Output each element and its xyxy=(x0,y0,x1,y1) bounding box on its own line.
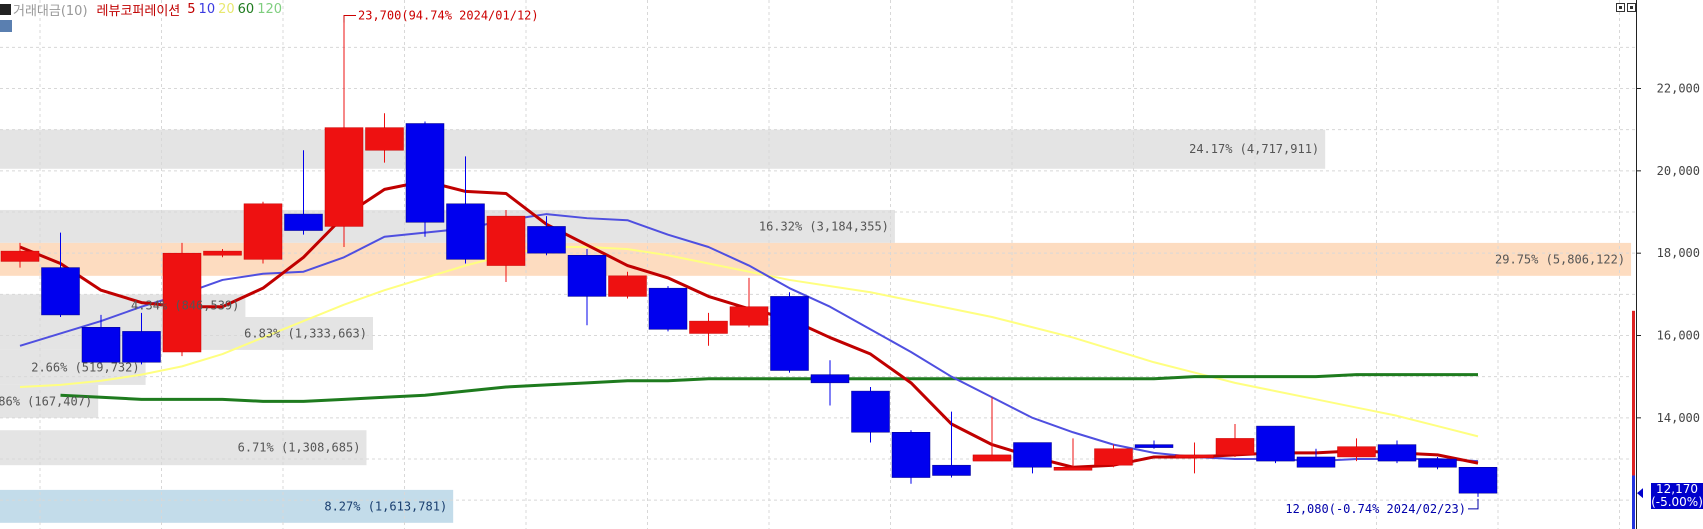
volume-profile-label: 2.66% (519,732) xyxy=(31,360,139,374)
candle-body xyxy=(608,275,647,297)
candle-body xyxy=(810,374,850,384)
price-tick-label: 22,000 xyxy=(1657,82,1700,96)
price-tick-label: 14,000 xyxy=(1657,411,1700,425)
candle-body xyxy=(203,250,242,256)
candle-body xyxy=(1094,448,1133,466)
candle-body xyxy=(567,254,607,297)
range-bar-up xyxy=(1632,310,1635,476)
legend-indicator: 거래대금(10) xyxy=(13,3,88,19)
candlestick-chart[interactable]: 24.17% (4,717,911) 16.32% (3,184,355) 29.7… xyxy=(0,0,1703,529)
low-annotation: 12,080(-0.74% 2024/02/23) xyxy=(1285,502,1466,516)
chart-legend: 거래대금(10) 레뷰코퍼레이션 5 10 20 60 120 xyxy=(0,0,285,19)
candle-body xyxy=(689,320,728,334)
candle-body xyxy=(729,306,769,326)
candle-body xyxy=(324,127,364,227)
candle-body xyxy=(122,331,161,363)
legend-ma60: 60 xyxy=(237,1,255,17)
candle-body xyxy=(41,267,80,316)
candle-body xyxy=(932,464,971,476)
current-price-label: 12,170 (-5.00%) xyxy=(1651,483,1703,509)
legend-ma10: 10 xyxy=(198,1,216,17)
candle-body xyxy=(1458,466,1498,494)
candle-body xyxy=(891,432,931,478)
candle-body xyxy=(1377,444,1417,462)
candle-body xyxy=(486,215,526,266)
volume-profile-label: 29.75% (5,806,122) xyxy=(1495,252,1625,266)
candle-body xyxy=(1296,456,1336,468)
candle-body xyxy=(972,454,1012,462)
price-tick-label: 16,000 xyxy=(1657,329,1700,343)
candle-body xyxy=(1418,458,1457,468)
volume-profile-label: 8.27% (1,613,781) xyxy=(324,499,447,513)
volume-profile-label: 6.71% (1,308,685) xyxy=(238,441,361,455)
candle-body xyxy=(446,203,485,260)
volume-profile-label: 4.34% (846,539) xyxy=(131,299,239,313)
volume-profile-bar xyxy=(0,129,1326,169)
volume-profile-label: 0.86% (167,407) xyxy=(0,394,92,408)
candle-body xyxy=(1053,466,1093,471)
current-change: (-5.00%) xyxy=(1651,495,1703,509)
candle-body xyxy=(851,390,890,433)
candle-body xyxy=(1215,438,1255,456)
candle-body xyxy=(1337,446,1376,458)
candle-body xyxy=(284,213,323,231)
candle-body xyxy=(81,327,121,363)
candle-body xyxy=(365,127,404,151)
candle-body xyxy=(1013,442,1052,468)
legend-ma5: 5 xyxy=(187,1,196,17)
legend-ma120: 120 xyxy=(257,1,283,17)
volume-profile-label: 16.32% (3,184,355) xyxy=(759,219,889,233)
candle-body xyxy=(405,123,445,223)
high-annotation: 23,700(94.74% 2024/01/12) xyxy=(358,9,539,23)
price-axis: 14,000 16,000 18,000 20,000 22,000 xyxy=(1632,0,1700,529)
candle-body xyxy=(0,250,40,262)
candle-body xyxy=(648,287,688,330)
panel-toggle-icon[interactable] xyxy=(0,3,11,15)
candle-body xyxy=(770,296,809,371)
legend-stock: 레뷰코퍼레이션 xyxy=(96,3,181,19)
candle-body xyxy=(1256,425,1295,462)
close-panel-icon[interactable] xyxy=(1627,3,1636,12)
volume-profile-label: 6.83% (1,333,663) xyxy=(244,326,367,340)
restore-window-icon[interactable] xyxy=(1616,3,1625,12)
high-annotation-arrow xyxy=(343,15,356,23)
candle-body xyxy=(243,203,283,260)
current-price-marker xyxy=(1637,488,1643,499)
price-tick-label: 20,000 xyxy=(1657,164,1700,178)
range-bar-down xyxy=(1632,475,1635,529)
price-tick-label: 18,000 xyxy=(1657,246,1700,260)
volume-profile-label: 24.17% (4,717,911) xyxy=(1189,142,1319,156)
candle-body xyxy=(1134,444,1174,448)
candle-body xyxy=(527,226,566,254)
candle-body xyxy=(1175,454,1214,459)
settings-small-icon[interactable] xyxy=(0,20,12,32)
legend-ma20: 20 xyxy=(218,1,235,17)
